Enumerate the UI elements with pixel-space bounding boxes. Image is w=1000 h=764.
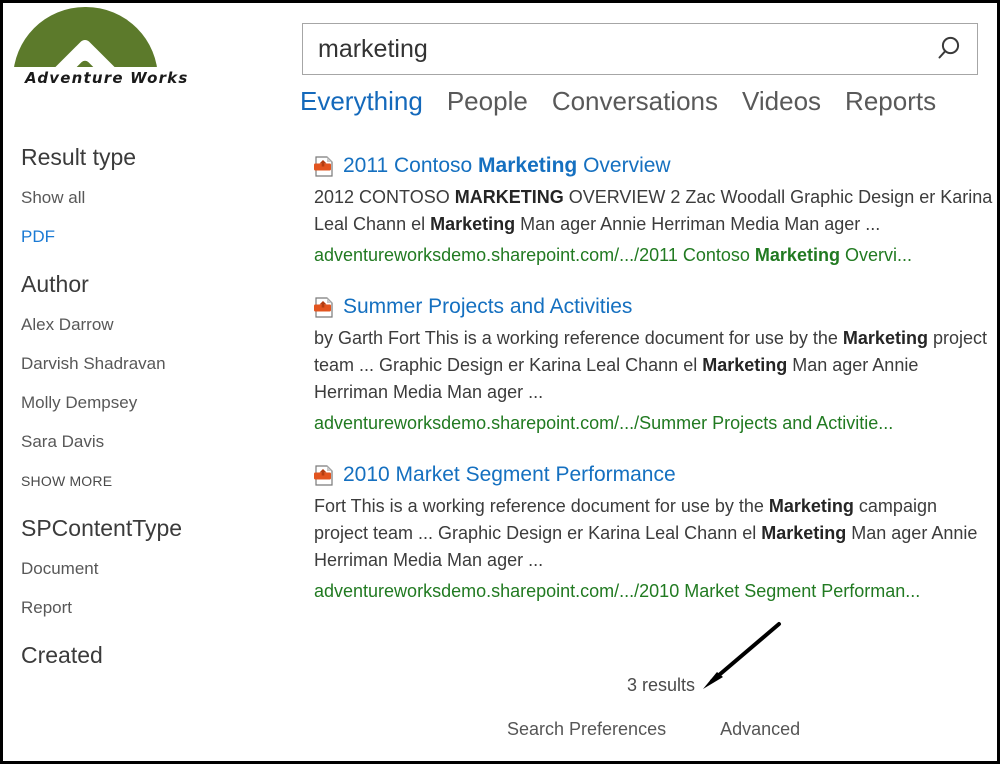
search-results-list: 2011 Contoso Marketing Overview 2012 CONT… [314, 153, 994, 630]
tab-reports[interactable]: Reports [845, 83, 936, 119]
search-result-item: 2010 Market Segment Performance Fort This… [314, 462, 994, 604]
result-snippet: 2012 CONTOSO MARKETING OVERVIEW 2 Zac Wo… [314, 184, 994, 238]
refinement-panel: Result type Show all PDF Author Alex Darrow D… [21, 143, 291, 691]
text-run: Fort This is a working reference documen… [314, 496, 769, 516]
search-results-page: Adventure Works Everything People Conversa… [0, 0, 1000, 764]
text-run: by Garth Fort This is a working referenc… [314, 328, 843, 348]
footer-links: Search Preferences Advanced [507, 719, 800, 740]
site-logo[interactable]: Adventure Works [13, 7, 187, 107]
tab-videos[interactable]: Videos [742, 83, 821, 119]
refiner-item-molly-dempsey[interactable]: Molly Dempsey [21, 392, 291, 414]
text-run: 2011 Contoso [343, 154, 479, 177]
refiner-title: Result type [21, 144, 137, 170]
search-result-item: Summer Projects and Activities by Garth F… [314, 294, 994, 436]
result-count: 3 results [627, 675, 696, 695]
text-run: adventureworksdemo.sharepoint.com/.../20… [314, 581, 921, 601]
tab-people[interactable]: People [447, 83, 528, 119]
refiner-group-author: Author Alex Darrow Darvish Shadravan Molly … [21, 270, 291, 492]
highlight-term: Marketing [702, 355, 788, 375]
footer-link-search-preferences[interactable]: Search Preferences [507, 719, 666, 740]
search-box[interactable] [302, 23, 978, 75]
pdf-document-icon-icon [314, 465, 334, 486]
text-run: adventureworksdemo.sharepoint.com/.../20… [314, 245, 755, 265]
highlight-term: Marketing [478, 154, 578, 177]
result-url-link[interactable]: adventureworksdemo.sharepoint.com/.../20… [314, 242, 994, 268]
result-header: 2010 Market Segment Performance [314, 462, 994, 488]
pdf-document-icon-icon [314, 156, 334, 177]
refiner-group-created: Created [21, 641, 291, 669]
text-run: Summer Projects and Activities [343, 295, 633, 318]
text-run: 2010 Market Segment Performance [343, 463, 676, 486]
highlight-term: Marketing [430, 214, 516, 234]
result-title-link[interactable]: 2011 Contoso Marketing Overview [343, 153, 671, 179]
search-input[interactable] [303, 24, 919, 74]
result-header: 2011 Contoso Marketing Overview [314, 153, 994, 179]
refiner-title: SPContentType [21, 515, 183, 541]
search-icon [938, 36, 960, 59]
text-run: Overview [577, 154, 671, 177]
search-result-item: 2011 Contoso Marketing Overview 2012 CONT… [314, 153, 994, 268]
search-button[interactable] [919, 24, 977, 74]
text-run: adventureworksdemo.sharepoint.com/.../Su… [314, 413, 894, 433]
refiner-group-result-type: Result type Show all PDF [21, 143, 291, 248]
pdf-document-icon-icon [314, 297, 334, 318]
footer-link-advanced[interactable]: Advanced [720, 719, 800, 740]
result-title-link[interactable]: 2010 Market Segment Performance [343, 462, 676, 488]
refiner-item-sara-davis[interactable]: Sara Davis [21, 431, 291, 453]
refiner-title: Author [21, 271, 89, 297]
highlight-term: MARKETING [454, 187, 564, 207]
result-url-link[interactable]: adventureworksdemo.sharepoint.com/.../Su… [314, 410, 994, 436]
refiner-item-show-all[interactable]: Show all [21, 187, 291, 209]
text-run: Overvi... [839, 245, 912, 265]
refiner-item-alex-darrow[interactable]: Alex Darrow [21, 314, 291, 336]
result-snippet: Fort This is a working reference documen… [314, 493, 994, 574]
refiner-item-pdf[interactable]: PDF [21, 226, 291, 248]
refiner-item-document[interactable]: Document [21, 558, 291, 580]
highlight-term: Marketing [768, 496, 854, 516]
refiner-item-show-more[interactable]: SHOW MORE [21, 470, 291, 492]
highlight-term: Marketing [754, 245, 840, 265]
refiner-item-darvish-shadravan[interactable]: Darvish Shadravan [21, 353, 291, 375]
text-run: Man ager Annie Herriman Media Man ager .… [515, 214, 881, 234]
search-vertical-tabs: Everything People Conversations Videos Repor… [300, 83, 936, 119]
tab-everything[interactable]: Everything [300, 83, 423, 119]
result-url-link[interactable]: adventureworksdemo.sharepoint.com/.../20… [314, 578, 994, 604]
refiner-item-report[interactable]: Report [21, 597, 291, 619]
result-snippet: by Garth Fort This is a working referenc… [314, 325, 994, 406]
logo-wordmark: Adventure Works [25, 69, 189, 87]
refiner-group-spcontenttype: SPContentType Document Report [21, 514, 291, 619]
highlight-term: Marketing [761, 523, 847, 543]
highlight-term: Marketing [842, 328, 928, 348]
tab-conversations[interactable]: Conversations [552, 83, 718, 119]
refiner-title: Created [21, 642, 103, 668]
result-title-link[interactable]: Summer Projects and Activities [343, 294, 632, 320]
text-run: 2012 CONTOSO [314, 187, 455, 207]
result-header: Summer Projects and Activities [314, 294, 994, 320]
